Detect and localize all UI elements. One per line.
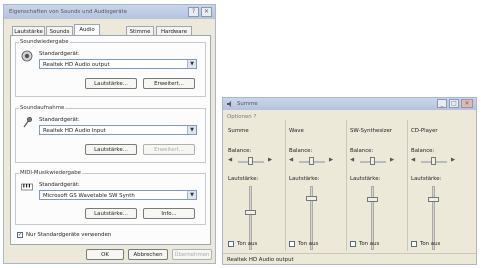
- volume-label: Lautstärke:: [411, 176, 442, 182]
- volume-slider-thumb[interactable]: [367, 197, 378, 202]
- chevron-down-icon: ▼: [187, 126, 196, 134]
- volume-mixer-window: Summe _ □ ✕ Optionen ? Summe Balance: ◀ ▶ La…: [222, 97, 477, 265]
- balance-label: Balance:: [411, 148, 435, 154]
- use-default-only-label: Nur Standardgeräte verwenden: [26, 232, 112, 238]
- mixer-column-name: CD-Player: [411, 128, 438, 134]
- volume-slider-thumb[interactable]: [428, 197, 439, 202]
- mixer-menu[interactable]: Optionen ?: [227, 114, 256, 120]
- mixer-statusbar: Realtek HD Audio output: [223, 253, 476, 264]
- balance-slider-thumb[interactable]: [370, 157, 375, 165]
- mixer-status-text: Realtek HD Audio output: [227, 257, 294, 263]
- help-icon[interactable]: ?: [188, 7, 199, 17]
- balance-label: Balance:: [228, 148, 252, 154]
- mixer-column-name: SW-Synthesizer: [350, 128, 393, 134]
- mute-label: Ton aus: [359, 241, 380, 247]
- recording-group-title: Soundaufnahme: [19, 105, 66, 111]
- chevron-down-icon: ▼: [187, 60, 196, 68]
- mixer-column-name: Wave: [289, 128, 304, 134]
- chevron-down-icon: ▼: [187, 191, 196, 199]
- recording-default-label: Standardgerät:: [39, 117, 80, 123]
- playback-advanced-button[interactable]: Erweitert...: [143, 78, 195, 89]
- sound-properties-dialog: Eigenschaften von Sounds und Audiogeräte…: [3, 4, 216, 264]
- playback-device-select[interactable]: Realtek HD Audio output ▼: [39, 59, 197, 69]
- midi-info-button[interactable]: Info...: [143, 208, 195, 219]
- mute-label: Ton aus: [420, 241, 441, 247]
- midi-group-title: MIDI-Musikwiedergabe: [19, 170, 82, 176]
- playback-group-title: Soundwiedergabe: [19, 39, 70, 45]
- volume-label: Lautstärke:: [289, 176, 320, 182]
- midi-volume-button[interactable]: Lautstärke...: [85, 208, 137, 219]
- mixer-title: Summe: [237, 101, 258, 107]
- close-icon[interactable]: ✕: [201, 7, 212, 17]
- minimize-icon[interactable]: _: [437, 99, 447, 108]
- ok-button[interactable]: OK: [86, 249, 124, 260]
- cancel-button[interactable]: Abbrechen: [128, 249, 168, 260]
- mixer-column-name: Summe: [228, 128, 249, 134]
- balance-left-speaker-icon: ◀: [411, 157, 416, 163]
- mute-label: Ton aus: [237, 241, 258, 247]
- playback-volume-button[interactable]: Lautstärke...: [85, 78, 137, 89]
- microphone-icon: [23, 116, 33, 128]
- column-separator: [285, 120, 286, 251]
- balance-slider-thumb[interactable]: [431, 157, 436, 165]
- mute-label: Ton aus: [298, 241, 319, 247]
- midi-device-select[interactable]: Microsoft GS Wavetable SW Synth ▼: [39, 190, 197, 200]
- maximize-icon[interactable]: □: [449, 99, 459, 108]
- column-separator: [407, 120, 408, 251]
- speaker-icon: [21, 50, 33, 62]
- balance-right-speaker-icon: ▶: [451, 157, 456, 163]
- balance-label: Balance:: [350, 148, 374, 154]
- recording-device-select[interactable]: Realtek HD Audio Input ▼: [39, 125, 197, 135]
- mute-checkbox[interactable]: [411, 241, 417, 247]
- volume-label: Lautstärke:: [350, 176, 381, 182]
- recording-volume-button[interactable]: Lautstärke...: [85, 144, 137, 155]
- midi-keyboard-icon: [21, 183, 33, 191]
- balance-left-speaker-icon: ◀: [350, 157, 355, 163]
- balance-slider-thumb[interactable]: [309, 157, 314, 165]
- balance-slider-thumb[interactable]: [248, 157, 253, 165]
- balance-right-speaker-icon: ▶: [268, 157, 273, 163]
- mixer-titlebar[interactable]: Summe _ □ ✕: [223, 98, 476, 110]
- mute-checkbox[interactable]: [228, 241, 234, 247]
- volume-slider-thumb[interactable]: [245, 210, 256, 215]
- close-icon[interactable]: ✕: [461, 99, 473, 108]
- apply-button[interactable]: Übernehmen: [172, 249, 212, 260]
- volume-label: Lautstärke:: [228, 176, 259, 182]
- playback-default-label: Standardgerät:: [39, 51, 80, 57]
- mute-checkbox[interactable]: [289, 241, 295, 247]
- mute-checkbox[interactable]: [350, 241, 356, 247]
- column-separator: [346, 120, 347, 251]
- recording-advanced-button[interactable]: Erweitert...: [143, 144, 195, 155]
- balance-left-speaker-icon: ◀: [228, 157, 233, 163]
- dialog-title: Eigenschaften von Sounds und Audiogeräte: [9, 9, 128, 15]
- audio-tab-panel: Soundwiedergabe Standardgerät: Realtek H…: [10, 35, 211, 245]
- balance-left-speaker-icon: ◀: [289, 157, 294, 163]
- balance-label: Balance:: [289, 148, 313, 154]
- midi-default-label: Standardgerät:: [39, 182, 80, 188]
- dialog-titlebar[interactable]: Eigenschaften von Sounds und Audiogeräte…: [4, 5, 215, 19]
- volume-slider-thumb[interactable]: [306, 196, 317, 201]
- speaker-icon: [227, 101, 231, 107]
- balance-right-speaker-icon: ▶: [329, 157, 334, 163]
- balance-right-speaker-icon: ▶: [390, 157, 395, 163]
- use-default-only-checkbox[interactable]: ✓: [17, 232, 23, 238]
